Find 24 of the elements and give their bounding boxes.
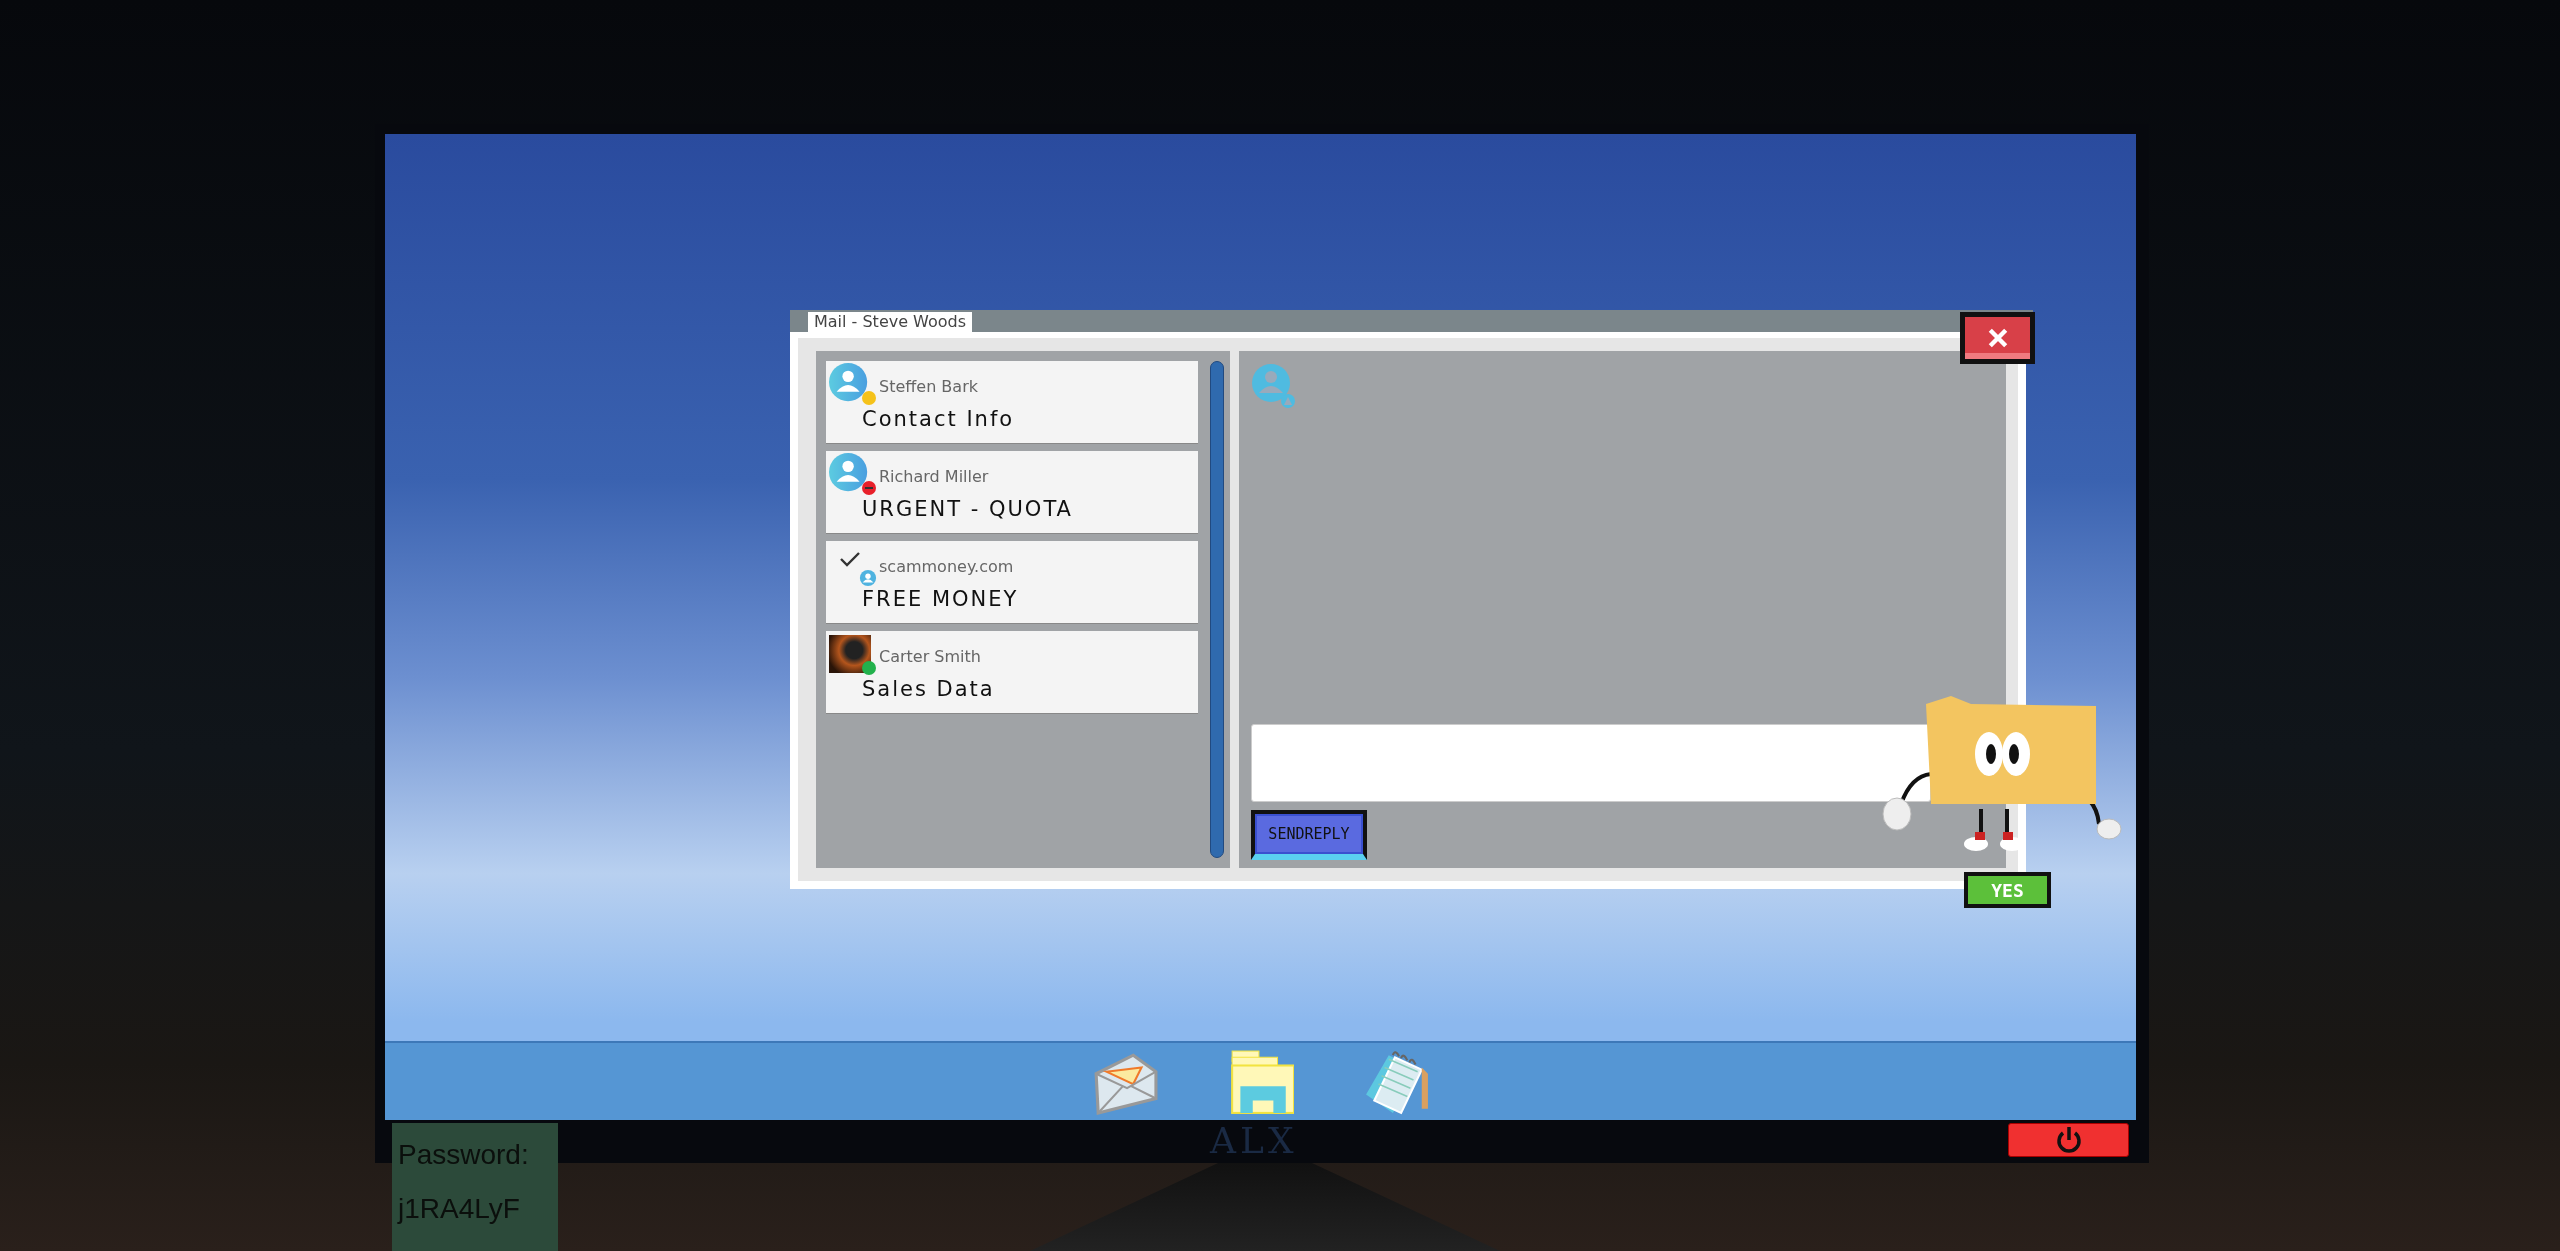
sender-name: Carter Smith [879, 647, 981, 666]
scrollbar[interactable] [1210, 361, 1224, 858]
message-item[interactable]: Richard Miller URGENT - QUOTA [826, 451, 1198, 533]
close-button[interactable] [1960, 312, 2035, 364]
power-button[interactable] [2008, 1123, 2129, 1157]
notepad-icon[interactable] [1363, 1048, 1430, 1115]
sender-name: Steffen Bark [879, 377, 978, 396]
message-subject: URGENT - QUOTA [862, 497, 1074, 521]
send-reply-button[interactable]: SENDREPLY [1251, 810, 1367, 860]
message-subject: Sales Data [862, 677, 996, 701]
message-item[interactable]: Steffen Bark Contact Info [826, 361, 1198, 443]
avatar-icon [1251, 363, 1297, 409]
sender-name: scammoney.com [879, 557, 1014, 576]
message-subject: Contact Info [862, 407, 1016, 431]
note-text: j1RA4LyF [398, 1193, 521, 1225]
message-item[interactable]: Carter Smith Sales Data [826, 631, 1198, 713]
note-text: Password: [398, 1139, 530, 1171]
reply-field[interactable] [1251, 724, 1931, 802]
message-subject: FREE MONEY [862, 587, 1020, 611]
sender-name: Richard Miller [879, 467, 989, 486]
message-item[interactable]: scammoney.com FREE MONEY [826, 541, 1198, 623]
avatar-icon [859, 569, 877, 587]
window-title: Mail - Steve Woods [808, 312, 973, 332]
photo-placeholder [829, 635, 871, 673]
